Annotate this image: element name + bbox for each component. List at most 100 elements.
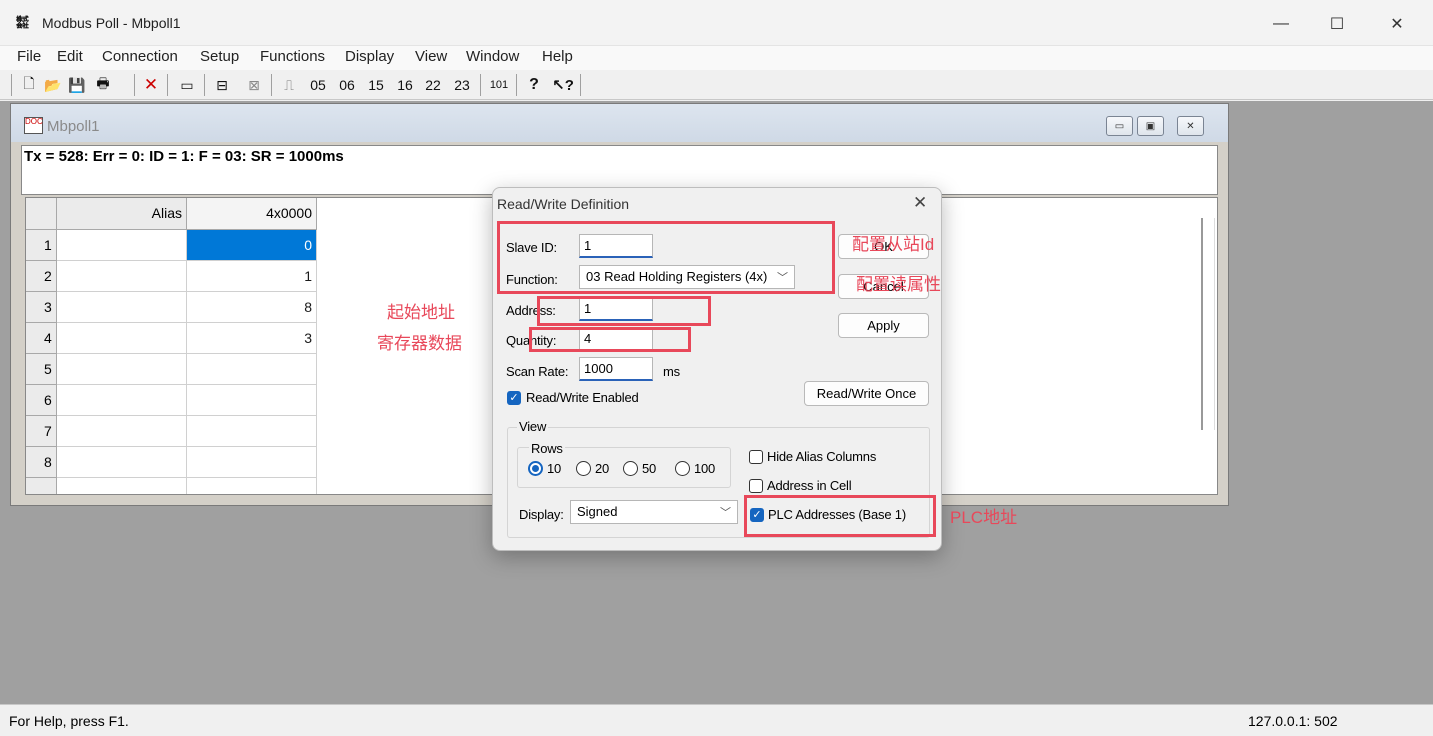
dialog-title: Read/Write Definition <box>497 196 630 212</box>
title-bar: ㍿ Modbus Poll - Mbpoll1 — ☐ ✕ <box>0 0 1433 46</box>
function-15-button[interactable]: 15 <box>364 74 388 96</box>
alias-cell[interactable] <box>57 447 187 478</box>
annotation-slave-id: 配置从站Id <box>852 235 935 254</box>
child-minimize-button[interactable]: ▭ <box>1106 116 1133 136</box>
row-header: 6 <box>26 385 57 416</box>
toolbar-separator <box>204 74 205 96</box>
display-select[interactable]: Signed ﹀ <box>570 500 738 524</box>
rows-50-radio[interactable] <box>623 461 638 476</box>
function-05-button[interactable]: 05 <box>306 74 330 96</box>
read-write-once-button[interactable]: Read/Write Once <box>804 381 929 406</box>
rows-10-radio[interactable] <box>528 461 543 476</box>
apply-button[interactable]: Apply <box>838 313 929 338</box>
status-connection-text: 127.0.0.1: 502 <box>1248 713 1338 729</box>
toolbar-separator <box>134 74 135 96</box>
hide-alias-columns-checkbox[interactable] <box>749 450 763 464</box>
read-write-enabled-checkbox[interactable]: ✓ <box>507 391 521 405</box>
annotation-register-data: 寄存器数据 <box>377 334 462 353</box>
register-value-cell[interactable] <box>187 447 317 478</box>
alias-cell[interactable] <box>57 416 187 447</box>
grid-corner <box>26 198 57 230</box>
row-header: 5 <box>26 354 57 385</box>
open-folder-icon[interactable]: 📂 <box>42 74 64 96</box>
annotation-box-slave-function <box>497 221 835 294</box>
menu-connection[interactable]: Connection <box>102 48 178 65</box>
function-23-button[interactable]: 23 <box>450 74 474 96</box>
pulse-icon[interactable]: ⎍ <box>280 74 298 96</box>
function-16-button[interactable]: 16 <box>393 74 417 96</box>
annotation-box-address <box>537 296 711 326</box>
annotation-box-quantity <box>529 327 691 352</box>
menu-view[interactable]: View <box>415 48 447 65</box>
menu-help[interactable]: Help <box>542 48 573 65</box>
menu-setup[interactable]: Setup <box>200 48 239 65</box>
chevron-down-icon: ﹀ <box>720 507 731 519</box>
toolbar-separator <box>516 74 517 96</box>
register-value-cell[interactable] <box>187 354 317 385</box>
address-in-cell-checkbox[interactable] <box>749 479 763 493</box>
display-label: Display: <box>519 507 564 522</box>
menu-window[interactable]: Window <box>466 48 519 65</box>
toolbar-separator <box>580 74 581 96</box>
register-value-cell[interactable] <box>187 478 317 494</box>
register-value-cell[interactable]: 0 <box>187 230 317 261</box>
alias-cell[interactable] <box>57 478 187 494</box>
delete-icon[interactable]: ✕ <box>140 74 162 96</box>
annotation-box-plc-addresses <box>744 495 936 537</box>
alias-column-header[interactable]: Alias <box>57 198 187 230</box>
status-help-text: For Help, press F1. <box>9 713 129 729</box>
alias-cell[interactable] <box>57 385 187 416</box>
print-icon[interactable]: 🖶 <box>90 74 116 96</box>
menu-display[interactable]: Display <box>345 48 394 65</box>
toolbar-separator <box>271 74 272 96</box>
save-icon[interactable]: 💾 <box>66 74 88 96</box>
rows-20-label: 20 <box>595 461 610 476</box>
row-header: 2 <box>26 261 57 292</box>
vertical-scrollbar[interactable] <box>1201 218 1215 430</box>
new-document-icon[interactable]: 🗋 <box>20 74 38 96</box>
register-value-cell[interactable]: 8 <box>187 292 317 323</box>
child-close-button[interactable]: ✕ <box>1177 116 1204 136</box>
menu-edit[interactable]: Edit <box>57 48 83 65</box>
alias-cell[interactable] <box>57 323 187 354</box>
address-in-cell-label: Address in Cell <box>767 478 852 493</box>
rows-10-label: 10 <box>547 461 562 476</box>
toolbar: 🗋 📂 💾 🖶 ✕ ▭ ⊟ ⊠ ⎍ 05 06 15 16 22 23 101 … <box>0 70 1433 100</box>
child-restore-button[interactable]: ▣ <box>1137 116 1164 136</box>
register-value-cell[interactable] <box>187 416 317 447</box>
register-value-cell[interactable] <box>187 385 317 416</box>
maximize-button[interactable]: ☐ <box>1314 8 1360 40</box>
alias-cell[interactable] <box>57 292 187 323</box>
poll-status-text: Tx = 528: Err = 0: ID = 1: F = 03: SR = … <box>24 148 344 165</box>
view-group-label: View <box>517 419 549 434</box>
function-06-button[interactable]: 06 <box>335 74 359 96</box>
window-icon[interactable]: ▭ <box>176 74 198 96</box>
disconnect-icon[interactable]: ⊠ <box>244 74 264 96</box>
rows-100-radio[interactable] <box>675 461 690 476</box>
register-value-cell[interactable]: 1 <box>187 261 317 292</box>
row-header: 1 <box>26 230 57 261</box>
menu-file[interactable]: File <box>17 48 41 65</box>
connect-icon[interactable]: ⊟ <box>212 74 232 96</box>
function-22-button[interactable]: 22 <box>421 74 445 96</box>
close-button[interactable]: ✕ <box>1374 8 1420 40</box>
context-help-icon[interactable]: ↖? <box>552 74 574 96</box>
register-value-cell[interactable]: 3 <box>187 323 317 354</box>
alias-cell[interactable] <box>57 354 187 385</box>
dialog-close-icon[interactable]: ✕ <box>913 193 927 213</box>
help-icon[interactable]: ? <box>524 74 544 96</box>
document-icon: DOC <box>24 117 43 134</box>
alias-cell[interactable] <box>57 230 187 261</box>
poll-window-caption: DOC Mbpoll1 ▭ ▣ ✕ <box>11 104 1228 142</box>
poll-window-title: Mbpoll1 <box>47 118 100 135</box>
row-header: 4 <box>26 323 57 354</box>
alias-cell[interactable] <box>57 261 187 292</box>
minimize-button[interactable]: — <box>1258 8 1304 40</box>
menu-functions[interactable]: Functions <box>260 48 325 65</box>
rows-20-radio[interactable] <box>576 461 591 476</box>
row-header: 7 <box>26 416 57 447</box>
scan-rate-input[interactable]: 1000 <box>579 357 653 381</box>
register-column-header[interactable]: 4x0000 <box>187 198 317 230</box>
function-101-button[interactable]: 101 <box>486 74 512 96</box>
toolbar-separator <box>480 74 481 96</box>
